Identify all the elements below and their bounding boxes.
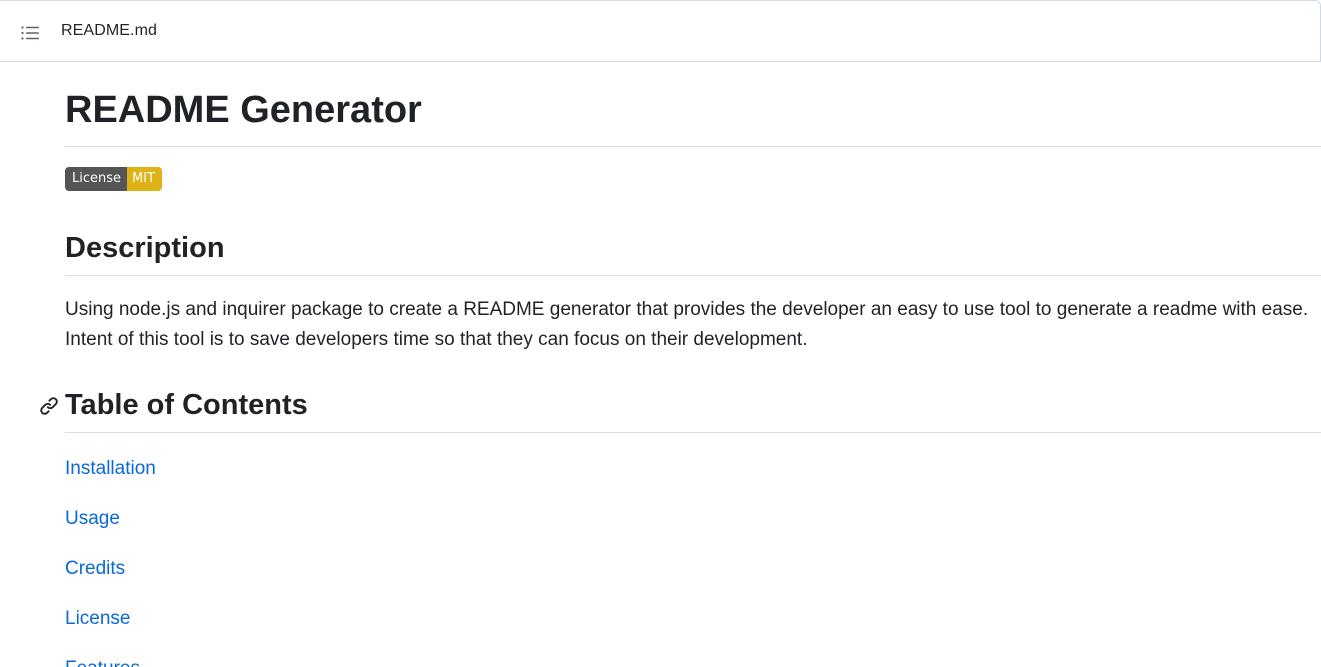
page-title: README Generator [65, 89, 422, 131]
toc-link-installation[interactable]: Installation [65, 455, 156, 483]
badge-value: MIT [127, 167, 163, 191]
readme-viewer: README.md README Generator License MIT D… [0, 0, 1321, 667]
badge-label: License [65, 167, 128, 191]
file-header: README.md [0, 0, 1321, 62]
description-divider [65, 275, 1321, 276]
list-unordered-icon [20, 25, 40, 41]
description-text: Using node.js and inquirer package to cr… [65, 299, 1309, 350]
license-badge[interactable]: License MIT [65, 167, 163, 191]
toc-link-usage[interactable]: Usage [65, 505, 120, 533]
description-heading: Description [65, 232, 225, 264]
title-divider [65, 146, 1321, 147]
link-icon[interactable] [39, 396, 59, 416]
toc-divider [65, 432, 1321, 433]
toc-link-license[interactable]: License [65, 605, 131, 633]
toc-link-features[interactable]: Features [65, 655, 140, 667]
file-name: README.md [61, 22, 158, 39]
outline-button[interactable] [14, 17, 46, 49]
toc-link-credits[interactable]: Credits [65, 555, 125, 583]
toc-heading: Table of Contents [65, 389, 308, 421]
